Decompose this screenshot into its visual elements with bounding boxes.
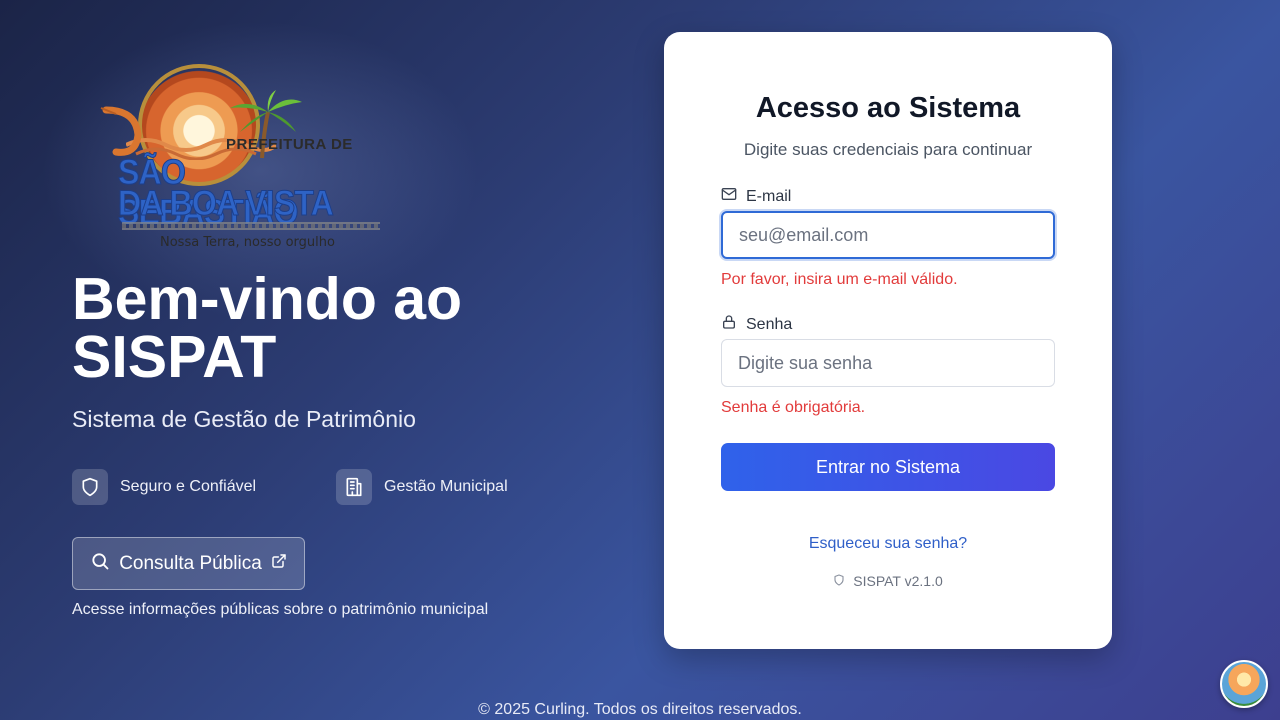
search-icon	[90, 551, 110, 576]
logo-slogan: Nossa Terra, nosso orgulho	[160, 235, 335, 250]
submit-button[interactable]: Entrar no Sistema	[721, 443, 1055, 491]
feature-secure-label: Seguro e Confiável	[120, 478, 257, 495]
public-consultation-label: Consulta Pública	[119, 552, 262, 574]
external-link-icon	[271, 553, 287, 574]
version-info: SISPAT v2.1.0	[664, 573, 1112, 589]
feature-municipal-label: Gestão Municipal	[384, 478, 508, 495]
email-error: Por favor, insira um e-mail válido.	[721, 271, 958, 288]
login-subtitle: Digite suas credenciais para continuar	[743, 140, 1033, 159]
forgot-password-link[interactable]: Esqueceu sua senha?	[664, 535, 1112, 553]
version-text: SISPAT v2.1.0	[853, 573, 943, 589]
password-field[interactable]	[721, 339, 1055, 387]
hero-subtitle: Sistema de Gestão de Patrimônio	[72, 406, 416, 432]
building-icon	[336, 469, 372, 505]
prefeitura-logo: PREFEITURA DE SÃO SEBASTIÃO DA BOA VISTA…	[96, 60, 386, 255]
email-label-text: E-mail	[746, 187, 792, 205]
lock-icon	[721, 314, 737, 335]
public-consultation-button[interactable]: Consulta Pública	[72, 537, 305, 590]
public-consultation-note: Acesse informações públicas sobre o patr…	[72, 601, 489, 618]
email-field[interactable]	[721, 211, 1055, 259]
login-card: Acesso ao Sistema Digite suas credenciai…	[664, 32, 1112, 649]
greek-key-border	[122, 222, 380, 230]
hero-title: Bem-vindo ao SISPAT	[72, 266, 463, 390]
footer-copyright: © 2025 Curling. Todos os direitos reserv…	[478, 701, 802, 718]
logo-line3: DA BOA VISTA	[118, 184, 335, 224]
logo-line1: PREFEITURA DE	[226, 136, 353, 153]
password-label: Senha	[721, 314, 792, 335]
feature-municipal: Gestão Municipal	[336, 469, 508, 505]
shrimp-icon	[100, 106, 142, 156]
password-error: Senha é obrigatória.	[721, 399, 866, 416]
email-label: E-mail	[721, 186, 791, 207]
mail-icon	[721, 186, 737, 207]
shield-icon	[72, 469, 108, 505]
shield-small-icon	[833, 573, 845, 589]
floating-logo-button[interactable]	[1220, 660, 1268, 708]
feature-secure: Seguro e Confiável	[72, 469, 256, 505]
login-title: Acesso ao Sistema	[755, 92, 1021, 124]
password-label-text: Senha	[746, 315, 793, 333]
